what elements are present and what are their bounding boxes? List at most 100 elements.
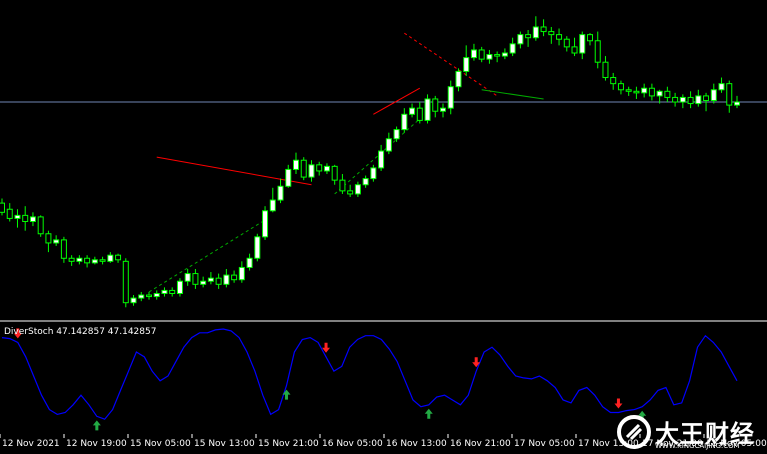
candle-body <box>602 61 609 79</box>
candle-body <box>146 294 152 298</box>
candle-body <box>703 95 710 101</box>
candle-body <box>192 273 199 285</box>
candle-body <box>378 150 385 169</box>
candle-body <box>470 49 477 59</box>
candle-body <box>563 38 570 48</box>
chart-window[interactable]: DiverStoch 47.142857 47.142857 12 Nov 20… <box>0 0 767 454</box>
candle-body <box>370 167 377 180</box>
candle-body <box>571 46 578 54</box>
candle-body <box>617 83 624 91</box>
candle-body <box>587 34 593 42</box>
candle[interactable] <box>262 206 269 240</box>
candle-body <box>339 179 346 192</box>
candle-body <box>331 165 338 181</box>
candle-body <box>687 96 694 105</box>
candle-body <box>293 159 299 170</box>
time-tick-label: 16 Nov 05:00 <box>322 439 383 449</box>
candle-body <box>53 239 60 244</box>
candle-body <box>726 83 733 106</box>
candle-body <box>37 216 44 235</box>
candle-body <box>29 216 36 223</box>
candle-body <box>393 129 400 140</box>
candle-body <box>440 107 446 112</box>
candle-body <box>718 83 725 91</box>
candle-body <box>409 107 416 115</box>
candle-body <box>161 289 168 294</box>
candle-body <box>246 257 253 268</box>
time-tick-label: 15 Nov 21:00 <box>258 439 319 449</box>
time-tick-label: 12 Nov 19:00 <box>66 439 127 449</box>
candle-body <box>648 87 655 97</box>
candle-body <box>734 101 740 106</box>
candle-body <box>130 297 137 304</box>
candle-body <box>579 34 586 54</box>
candle-body <box>455 70 462 88</box>
candle-body <box>517 34 524 45</box>
candle-body <box>347 190 354 195</box>
candle-body <box>540 26 547 33</box>
candle-body <box>641 87 648 94</box>
candle-body <box>45 233 52 244</box>
candle-body <box>316 164 323 172</box>
candle-body <box>84 257 91 264</box>
candle-body <box>176 280 183 294</box>
chart-background <box>0 0 767 454</box>
candle-body <box>463 57 470 72</box>
candle[interactable] <box>122 258 129 308</box>
candle-body <box>625 89 632 92</box>
candle-body <box>594 40 601 63</box>
candle-body <box>91 259 98 264</box>
candle-body <box>556 34 563 40</box>
candle-body <box>99 259 106 262</box>
candle-body <box>695 95 702 105</box>
candle-body <box>107 254 114 262</box>
candle[interactable] <box>176 278 183 297</box>
candle-body <box>238 266 245 281</box>
candle-body <box>215 277 222 285</box>
candle-body <box>285 168 292 187</box>
indicator-title: DiverStoch 47.142857 47.142857 <box>4 327 156 337</box>
time-tick-label: 15 Nov 13:00 <box>194 439 255 449</box>
candle[interactable] <box>254 233 261 262</box>
candle-body <box>262 210 269 238</box>
logo-icon <box>617 415 651 449</box>
candle-body <box>169 289 176 294</box>
candle-body <box>416 107 423 121</box>
time-tick-label: 15 Nov 05:00 <box>130 439 191 449</box>
candle-body <box>300 159 307 178</box>
candle-body <box>447 86 454 109</box>
time-tick-label: 12 Nov 2021 <box>2 439 60 449</box>
time-tick-label: 16 Nov 21:00 <box>450 439 511 449</box>
candle-body <box>478 49 485 60</box>
time-tick-label: 16 Nov 13:00 <box>386 439 447 449</box>
candle-body <box>385 138 392 152</box>
candle-body <box>362 178 369 186</box>
candle[interactable] <box>37 215 44 237</box>
candle-body <box>308 164 315 178</box>
candle-body <box>432 98 439 112</box>
candle-body <box>60 239 67 259</box>
candle-body <box>664 90 671 98</box>
candle-body <box>153 292 160 298</box>
candle-body <box>22 214 29 223</box>
candle-body <box>269 199 276 212</box>
candle-body <box>200 280 207 285</box>
candle-body <box>184 273 191 282</box>
candle-body <box>76 257 83 262</box>
candle-body <box>672 96 679 103</box>
candle-body <box>254 236 261 259</box>
candle-body <box>223 274 230 285</box>
candle-body <box>122 260 129 304</box>
candle-body <box>656 90 663 97</box>
candle-body <box>138 294 145 299</box>
candle-body <box>532 26 539 39</box>
candle[interactable] <box>300 157 307 181</box>
candle-body <box>548 31 555 36</box>
candle-body <box>14 214 21 219</box>
candle-body <box>115 254 122 261</box>
candle-body <box>424 98 431 121</box>
candle[interactable] <box>424 94 431 124</box>
candle-body <box>323 165 330 172</box>
watermark-subtitle: WWW.KINGCAIJING.COM <box>655 442 740 450</box>
candle-body <box>401 113 408 131</box>
